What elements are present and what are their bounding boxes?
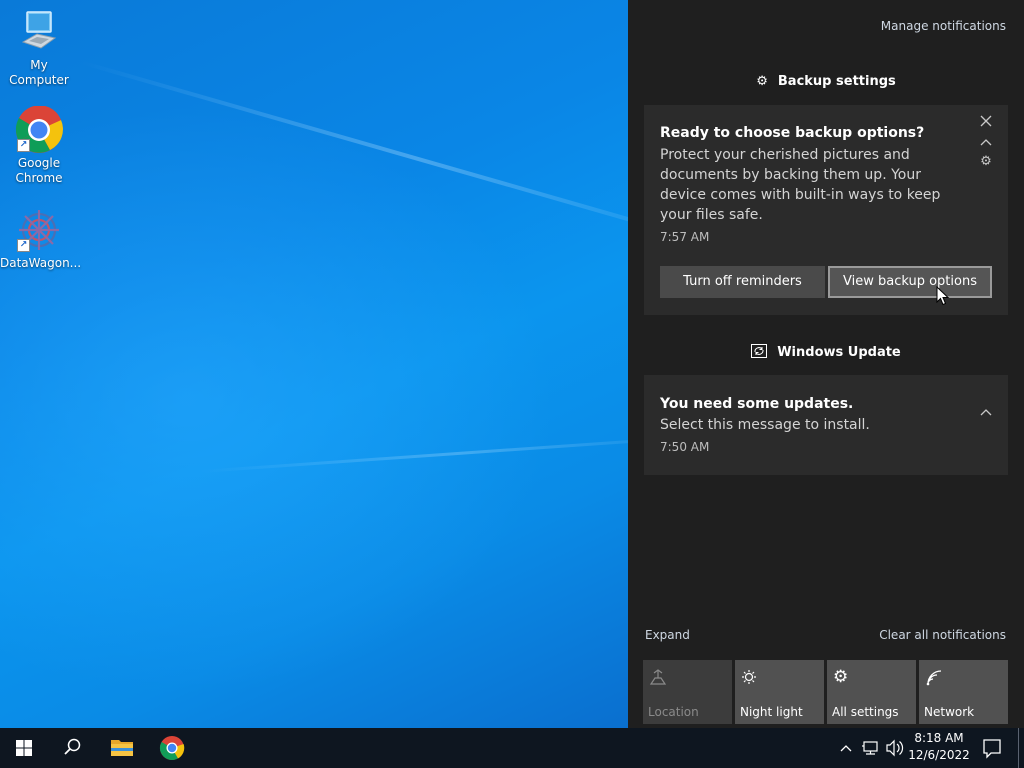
quick-action-night-light[interactable]: Night light [735, 660, 824, 724]
folder-icon [111, 740, 133, 756]
speaker-icon [886, 739, 904, 757]
taskbar-file-explorer[interactable] [98, 728, 146, 768]
desktop-icon-datawagon[interactable]: ↗ DataWagon... [0, 206, 82, 271]
quick-action-all-settings[interactable]: ⚙ All settings [827, 660, 916, 724]
chevron-up-icon[interactable] [978, 405, 994, 421]
windows-update-icon [751, 344, 768, 360]
desktop-icon-label: Google Chrome [15, 156, 63, 185]
clock-time: 8:18 AM [914, 731, 964, 745]
turn-off-reminders-button[interactable]: Turn off reminders [660, 266, 825, 298]
windows-update-group-header[interactable]: Windows Update [628, 344, 1024, 360]
clear-all-notifications-link[interactable]: Clear all notifications [879, 628, 1006, 642]
notification-time: 7:50 AM [660, 440, 710, 454]
chrome-icon [159, 736, 185, 761]
taskbar-google-chrome[interactable] [148, 728, 196, 768]
close-icon[interactable] [978, 115, 994, 131]
quick-action-label: All settings [832, 705, 899, 719]
shortcut-arrow-icon: ↗ [17, 139, 30, 152]
notification-title: Ready to choose backup options? [660, 125, 925, 141]
notification-time: 7:57 AM [660, 230, 710, 244]
notification-title: You need some updates. [660, 396, 854, 412]
start-button[interactable] [0, 728, 48, 768]
group-header-label: Windows Update [777, 345, 901, 360]
night-light-icon [741, 668, 759, 686]
network-wired-icon [862, 741, 878, 755]
notification-icon [983, 739, 1001, 759]
search-icon [64, 738, 81, 755]
action-center-button[interactable] [972, 728, 1012, 768]
quick-action-label: Night light [740, 705, 803, 719]
desktop-icon-my-computer[interactable]: My Computer [0, 8, 78, 88]
taskbar-clock[interactable]: 8:18 AM 12/6/2022 [908, 731, 970, 762]
network-tray-button[interactable] [860, 728, 882, 768]
mouse-cursor-icon [936, 285, 950, 306]
chevron-up-icon[interactable] [978, 135, 994, 151]
desktop: My Computer ↗ Google Chrome ↗ DataWagon.… [0, 0, 628, 728]
manage-notifications-link[interactable]: Manage notifications [881, 19, 1006, 33]
taskbar: 8:18 AM 12/6/2022 [0, 728, 1024, 768]
windows-update-notification-card[interactable]: You need some updates. Select this messa… [644, 375, 1008, 475]
group-header-label: Backup settings [777, 74, 896, 89]
clock-date: 12/6/2022 [908, 748, 970, 762]
expand-link[interactable]: Expand [645, 628, 690, 642]
desktop-icon-google-chrome[interactable]: ↗ Google Chrome [0, 105, 78, 186]
notification-body: Select this message to install. [660, 417, 870, 433]
chrome-icon: ↗ [15, 105, 63, 154]
desktop-icon-label: My Computer [9, 58, 69, 87]
windows-logo-icon [16, 740, 32, 756]
notification-settings-gear-icon[interactable]: ⚙ [978, 154, 994, 170]
quick-action-location[interactable]: Location [643, 660, 732, 724]
quick-action-network[interactable]: Network [919, 660, 1008, 724]
shortcut-arrow-icon: ↗ [17, 239, 30, 252]
location-icon [649, 668, 667, 686]
notification-body: Protect your cherished pictures and docu… [660, 147, 941, 223]
action-center-panel: Manage notifications ⚙ Backup settings Re… [628, 0, 1024, 728]
show-desktop-button[interactable] [1018, 728, 1019, 768]
quick-action-label: Network [924, 705, 975, 719]
settings-icon: ⚙ [833, 667, 849, 687]
chevron-up-icon [840, 745, 852, 752]
quick-action-label: Location [648, 705, 699, 719]
backup-settings-group-header[interactable]: ⚙ Backup settings [628, 74, 1024, 89]
backup-notification-card[interactable]: Ready to choose backup options? Protect … [644, 105, 1008, 315]
desktop-icon-label: DataWagon... [0, 256, 82, 270]
gear-icon: ⚙ [756, 74, 768, 89]
show-hidden-icons-button[interactable] [836, 728, 856, 768]
volume-tray-button[interactable] [884, 728, 906, 768]
datawagon-icon: ↗ [15, 206, 63, 254]
network-icon [925, 668, 943, 686]
view-backup-options-button[interactable]: View backup options [828, 266, 992, 298]
search-button[interactable] [48, 728, 96, 768]
computer-icon [15, 8, 63, 56]
